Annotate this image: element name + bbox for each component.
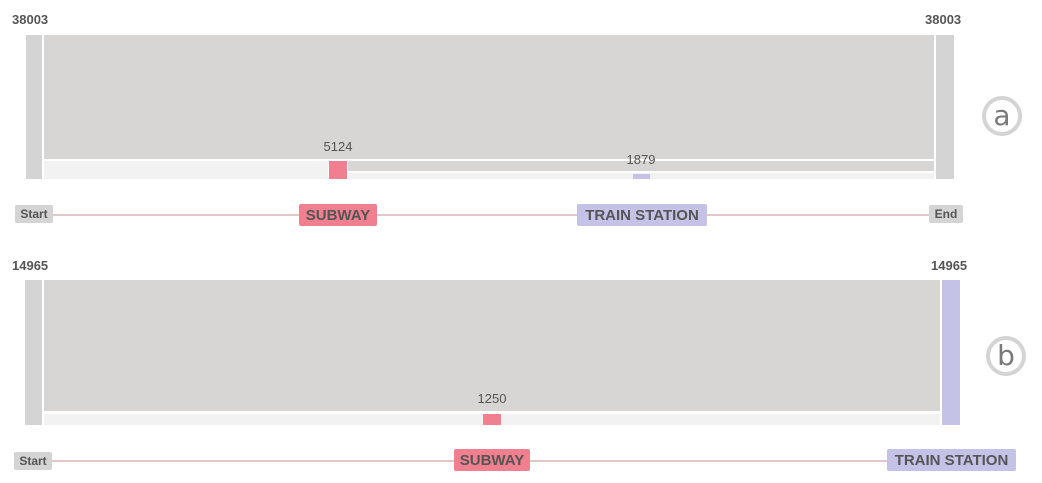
- start-node[interactable]: Start: [14, 452, 52, 470]
- train-station-bar-label: 1879: [626, 152, 656, 167]
- subway-node[interactable]: SUBWAY: [299, 204, 377, 226]
- end-node[interactable]: End: [929, 205, 963, 223]
- path-track-line: [52, 214, 932, 216]
- end-column: [936, 35, 954, 179]
- lower-flow-band-left: [44, 161, 328, 179]
- subway-bar[interactable]: [483, 414, 501, 425]
- subway-bar[interactable]: [329, 161, 347, 179]
- end-count-label: 38003: [925, 12, 962, 27]
- subway-bar-label: 1250: [477, 391, 507, 406]
- train-station-column: [942, 280, 960, 425]
- train-station-bar[interactable]: [633, 174, 650, 179]
- train-station-node[interactable]: TRAIN STATION: [577, 204, 707, 226]
- subway-bar-label: 5124: [323, 139, 353, 154]
- flow-panel-b: 14965 14965 1250 Start SUBWAY TRAIN STAT…: [0, 245, 1042, 483]
- panel-badge-b: b: [986, 336, 1026, 376]
- panel-badge-a: a: [982, 96, 1022, 136]
- start-column: [25, 280, 42, 425]
- main-flow-band: [44, 35, 934, 159]
- start-column: [26, 35, 42, 179]
- train-station-node[interactable]: TRAIN STATION: [887, 449, 1016, 471]
- start-count-label: 38003: [12, 12, 49, 27]
- flow-panel-a: 38003 38003 5124 1879 Start SUBWAY TRAIN…: [0, 0, 1042, 240]
- end-count-label: 14965: [931, 258, 968, 273]
- start-node[interactable]: Start: [15, 205, 53, 223]
- subway-node[interactable]: SUBWAY: [454, 449, 530, 471]
- start-count-label: 14965: [12, 258, 49, 273]
